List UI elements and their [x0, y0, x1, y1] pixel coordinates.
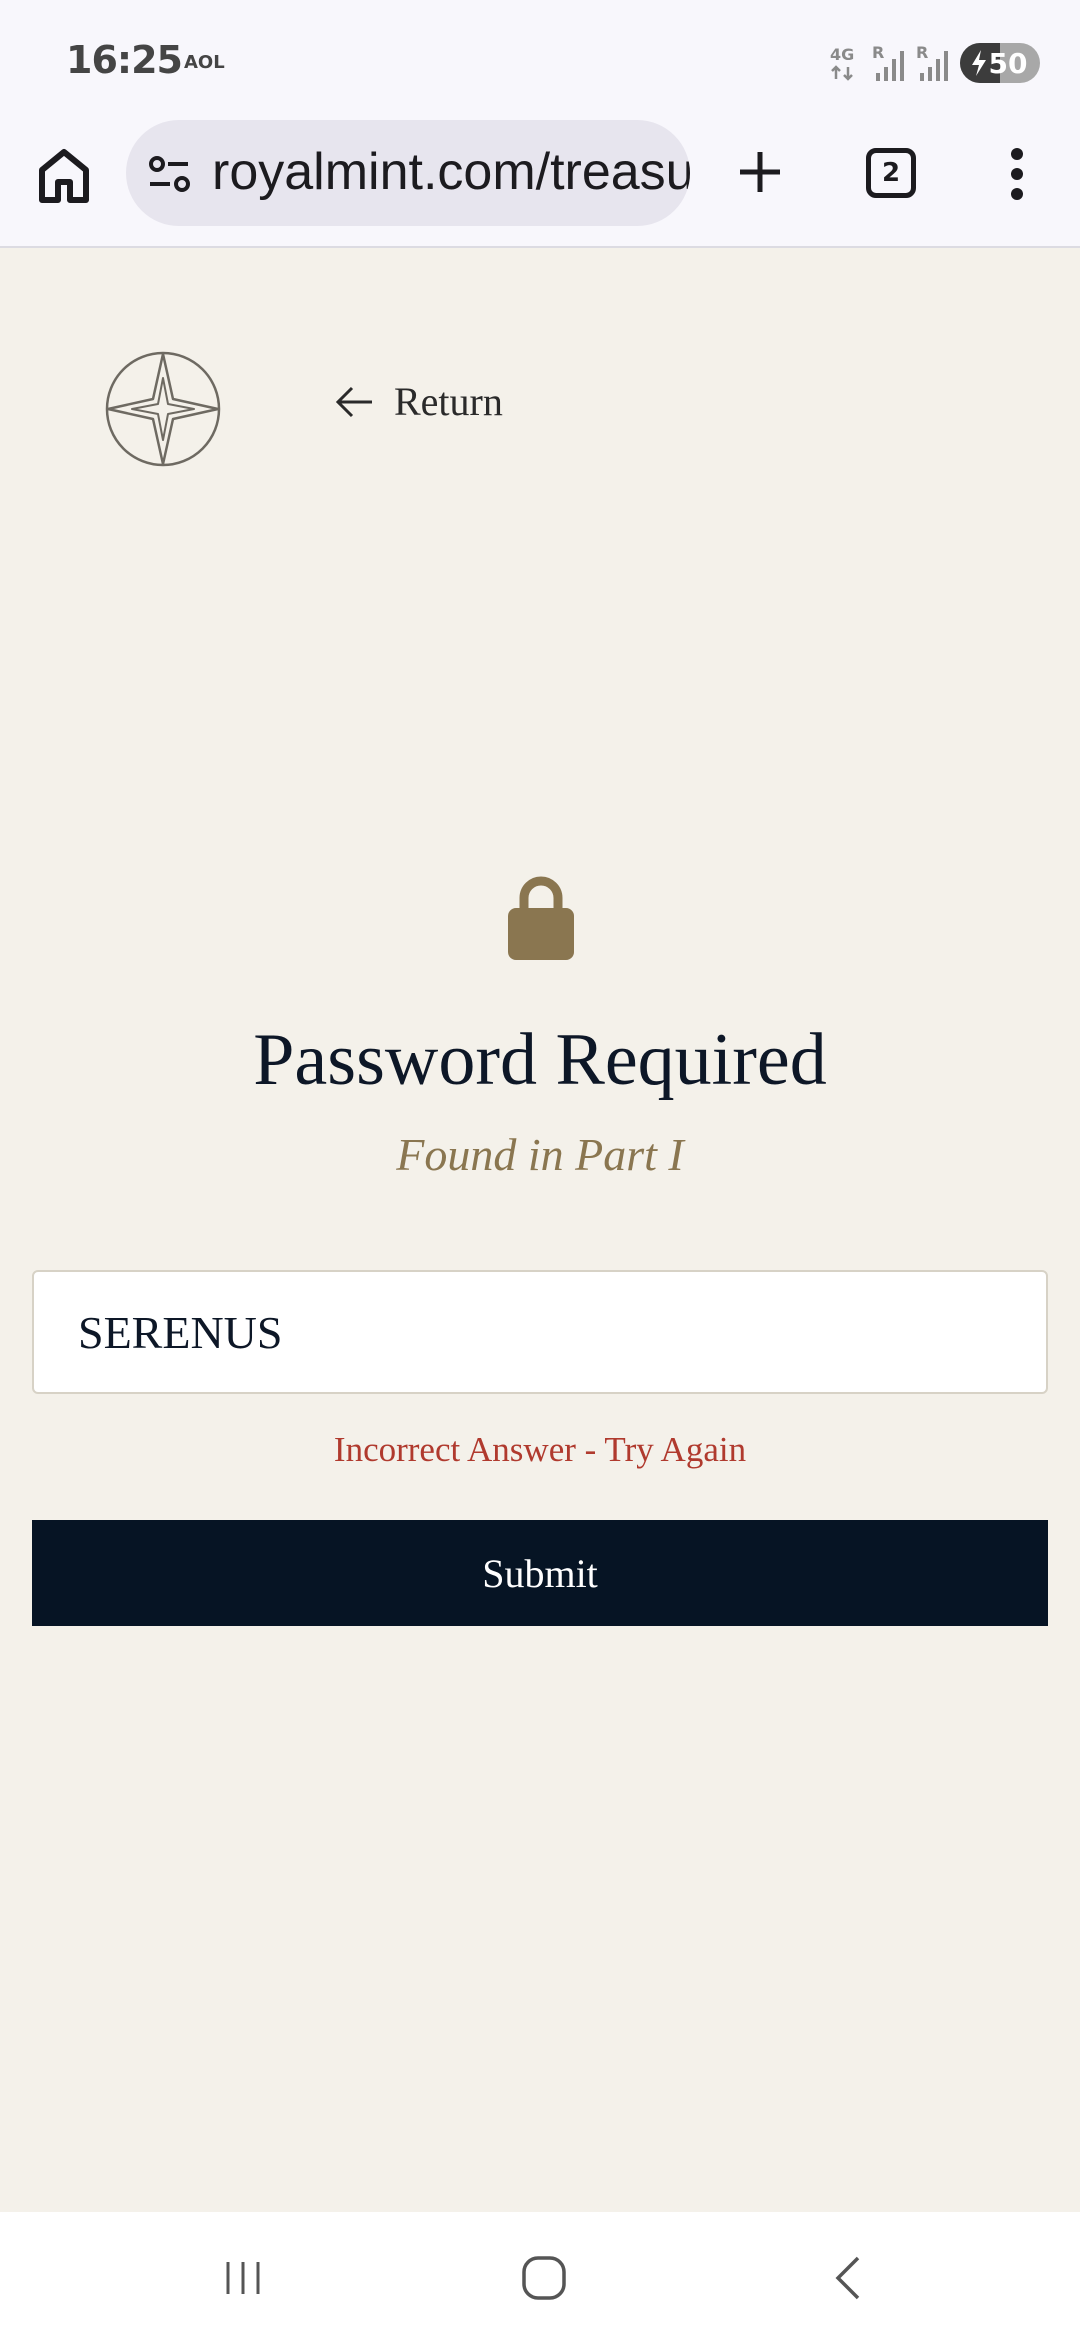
error-message: Incorrect Answer - Try Again [333, 1430, 747, 1469]
tune-icon[interactable] [148, 156, 192, 192]
status-bar: 16:25 AOL 4G R R 50 [0, 0, 1080, 120]
recent-apps-icon[interactable] [214, 2248, 274, 2308]
browser-toolbar: royalmint.com/treasure 2 [0, 120, 1080, 248]
star-logo-icon[interactable] [104, 350, 222, 468]
status-carrier: AOL [184, 52, 225, 73]
page-title: Password Required [253, 1019, 827, 1101]
return-label: Return [394, 379, 503, 424]
battery-indicator: 50 [960, 43, 1040, 83]
page-subtitle: Found in Part I [396, 1129, 684, 1180]
home-circle-icon[interactable] [514, 2248, 574, 2308]
status-icons: 4G R R 50 [828, 40, 1040, 86]
tab-switcher-icon[interactable]: 2 [866, 148, 916, 198]
url-text[interactable]: royalmint.com/treasure [212, 142, 690, 202]
network-type-icon: 4G [828, 43, 864, 83]
home-icon[interactable] [36, 146, 92, 206]
more-vert-icon[interactable] [1004, 146, 1030, 202]
charging-icon [972, 50, 986, 76]
status-time: 16:25 [66, 38, 183, 82]
battery-level: 50 [988, 46, 1028, 80]
signal-2-icon: R [916, 43, 952, 83]
back-icon[interactable] [820, 2248, 880, 2308]
signal-1-icon: R [872, 43, 908, 83]
url-bar[interactable]: royalmint.com/treasure [126, 120, 690, 226]
arrow-left-icon [335, 386, 372, 417]
return-link[interactable]: Return [334, 378, 503, 425]
password-input[interactable] [32, 1270, 1048, 1394]
system-nav-bar [0, 2212, 1080, 2340]
plus-icon[interactable] [736, 148, 784, 196]
submit-button[interactable]: Submit [32, 1520, 1048, 1626]
lock-icon [508, 874, 574, 960]
